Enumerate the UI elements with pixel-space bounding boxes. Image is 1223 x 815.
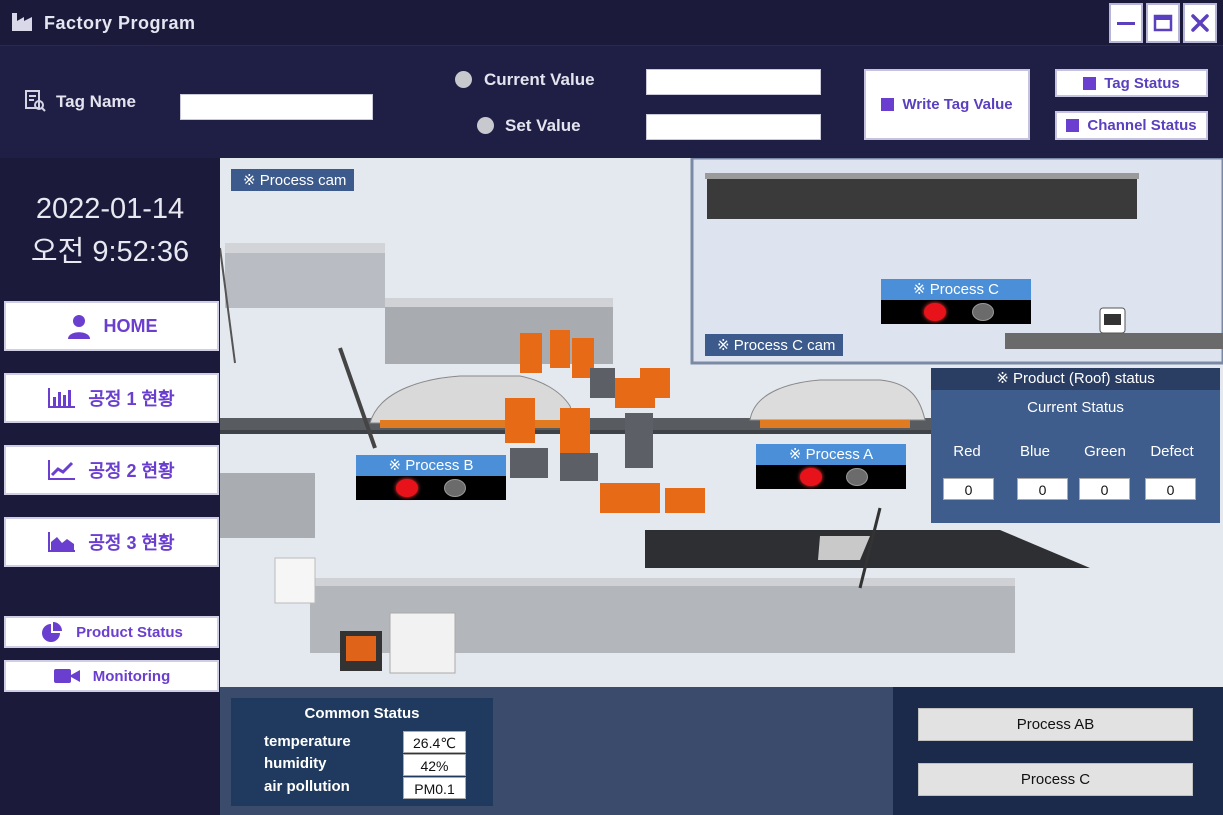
process-ab-button[interactable]: Process AB: [918, 708, 1193, 741]
clock-time: 오전 9:52:36: [30, 236, 190, 268]
tag-name-input[interactable]: [180, 94, 373, 120]
nav-process2-label: 공정 2 현황: [88, 461, 175, 481]
humidity-value: 42%: [403, 754, 466, 776]
channel-status-label: Channel Status: [1087, 117, 1197, 134]
humidity-label: humidity: [264, 755, 327, 772]
nav-monitoring-button[interactable]: Monitoring: [4, 660, 219, 692]
blue-count-value: 0: [1017, 478, 1068, 500]
pie-chart-icon: [40, 621, 64, 643]
nav-monitoring-label: Monitoring: [92, 667, 171, 685]
app-title: Factory Program: [44, 13, 196, 33]
defect-count-value: 0: [1145, 478, 1196, 500]
process-cam-label: ※ Process cam: [231, 169, 355, 191]
current-value-input[interactable]: [646, 69, 821, 95]
area-chart-icon: [48, 532, 76, 552]
temperature-value: 26.4℃: [403, 731, 466, 753]
bottom-panel: Common Status temperature 26.4℃ humidity…: [220, 687, 1223, 815]
nav-home-button[interactable]: HOME: [4, 301, 219, 351]
user-icon: [66, 313, 92, 339]
current-status-label: Current Status: [1027, 399, 1124, 416]
tag-status-label: Tag Status: [1104, 74, 1180, 92]
minimize-button[interactable]: [1109, 3, 1143, 43]
set-value-label: Set Value: [505, 116, 581, 135]
video-camera-icon: [53, 667, 81, 685]
nav-process3-label: 공정 3 현황: [88, 533, 175, 553]
process-b-label: ※ Process B: [356, 455, 506, 476]
green-count-label: Green: [1084, 443, 1126, 460]
blue-count-label: Blue: [1019, 443, 1051, 460]
temperature-label: temperature: [264, 733, 351, 750]
maximize-icon: [1153, 14, 1173, 32]
set-value-input[interactable]: [646, 114, 821, 140]
nav-process3-button[interactable]: 공정 3 현황: [4, 517, 219, 567]
process-c-cam-label: ※ Process C cam: [705, 334, 844, 356]
process-b-indicator: ※ Process B: [356, 455, 506, 500]
green-count-value: 0: [1079, 478, 1130, 500]
nav-process1-label: 공정 1 현황: [88, 389, 175, 409]
process-c-label: ※ Process C: [881, 279, 1031, 300]
nav-product-status-button[interactable]: Product Status: [4, 616, 219, 648]
off-lamp-icon: [972, 303, 994, 321]
red-count-label: Red: [953, 443, 981, 460]
product-roof-status-panel: ※ Product (Roof) status Current Status R…: [931, 368, 1220, 523]
red-lamp-icon: [924, 303, 946, 321]
process-c-indicator: ※ Process C: [881, 279, 1031, 324]
title-bar: Factory Program: [0, 0, 1223, 46]
nav-product-status-label: Product Status: [76, 623, 183, 641]
nav-process1-button[interactable]: 공정 1 현황: [4, 373, 219, 423]
roof-status-title: ※ Product (Roof) status: [931, 368, 1220, 390]
process-a-label: ※ Process A: [756, 444, 906, 465]
sidebar: 2022-01-14 오전 9:52:36 HOME 공정 1 현황 공정 2 …: [0, 158, 220, 815]
common-status-title: Common Status: [304, 705, 420, 722]
defect-count-label: Defect: [1150, 443, 1194, 460]
common-status-panel: Common Status temperature 26.4℃ humidity…: [231, 698, 493, 806]
square-icon: [1083, 76, 1097, 90]
off-lamp-icon: [444, 479, 466, 497]
factory-3d-view: ※ Process cam ※ Process C cam ※ Process …: [220, 158, 1223, 687]
air-pollution-label: air pollution: [264, 778, 350, 795]
square-icon: [881, 98, 895, 111]
process-button-panel: Process AB Process C: [893, 687, 1223, 815]
bar-chart-icon: [48, 388, 76, 408]
current-value-label: Current Value: [484, 70, 595, 89]
red-lamp-icon: [396, 479, 418, 497]
process-a-indicator: ※ Process A: [756, 444, 906, 489]
tag-status-button[interactable]: Tag Status: [1055, 69, 1208, 97]
square-icon: [1066, 119, 1080, 132]
red-lamp-icon: [800, 468, 822, 486]
nav-home-label: HOME: [103, 315, 158, 336]
write-tag-value-button[interactable]: Write Tag Value: [864, 69, 1030, 140]
nav-process2-button[interactable]: 공정 2 현황: [4, 445, 219, 495]
close-button[interactable]: [1183, 3, 1217, 43]
air-pollution-value: PM0.1: [403, 777, 466, 799]
clock-date: 2022-01-14: [35, 193, 185, 225]
close-icon: [1191, 14, 1209, 32]
process-c-lamps: [881, 300, 1031, 324]
process-c-button[interactable]: Process C: [918, 763, 1193, 796]
tag-name-label: Tag Name: [56, 92, 136, 111]
process-b-lamps: [356, 476, 506, 500]
factory-icon: [12, 13, 32, 31]
red-count-value: 0: [943, 478, 994, 500]
process-a-lamps: [756, 465, 906, 489]
line-chart-icon: [48, 460, 76, 480]
write-tag-value-label: Write Tag Value: [902, 96, 1013, 113]
set-value-indicator: [477, 117, 494, 134]
off-lamp-icon: [846, 468, 868, 486]
channel-status-button[interactable]: Channel Status: [1055, 111, 1208, 140]
maximize-button[interactable]: [1146, 3, 1180, 43]
tag-document-icon: [25, 90, 46, 112]
minimize-icon: [1117, 22, 1135, 25]
current-value-indicator: [455, 71, 472, 88]
